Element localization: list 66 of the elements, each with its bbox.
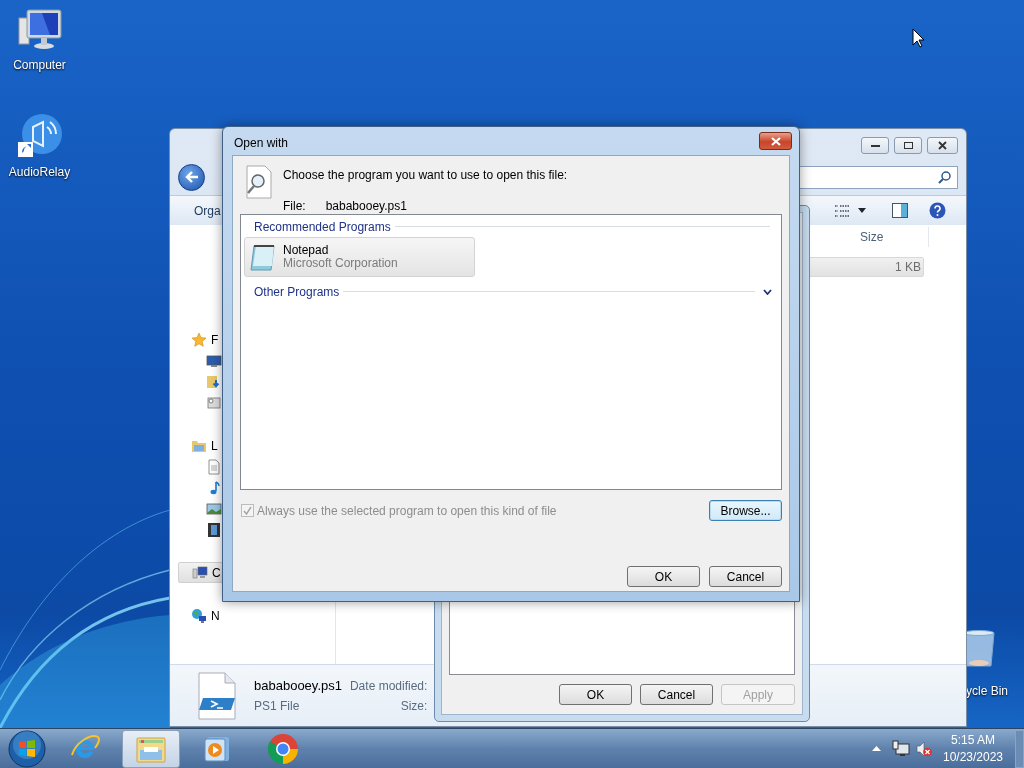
file-size: 1 KB [895,259,921,276]
icon-label[interactable]: Computer [13,56,66,74]
back-button[interactable] [178,163,205,191]
monitor-icon [206,352,222,369]
size-label: Size: [400,698,428,716]
globe-icon [191,607,207,624]
view-list-icon[interactable] [834,203,850,218]
nav-item[interactable]: N [178,605,335,626]
file-name: bababooey.ps1 [325,198,407,215]
prompt-text: Choose the program you want to use to open this file: [283,167,568,184]
dialog-button[interactable]: Cancel [640,684,713,705]
star-icon [191,331,207,348]
help-icon[interactable] [929,202,946,219]
network-icon[interactable] [892,740,910,757]
nav-label: F [211,331,219,349]
organize-menu[interactable]: Orga [194,201,221,220]
nav-label: N [211,607,220,625]
file-search-icon [243,165,273,199]
ok-button[interactable]: OK [627,566,700,587]
file-label: File: [283,198,306,215]
clock-date[interactable]: 10/23/2023 [942,748,1004,766]
window-title: Open with [234,135,289,152]
checkbox-label: Always use the selected program to open this kind of file [257,502,557,520]
minimize-button[interactable] [861,137,889,154]
close-button[interactable] [759,132,792,150]
picture-icon [206,500,222,517]
film-icon [206,521,222,538]
speaker-muted-icon[interactable] [916,740,932,757]
icon-label[interactable]: AudioRelay [8,163,71,181]
arrow-left-icon [184,171,199,183]
nav-label: C [212,564,221,582]
speaker-icon [16,113,63,159]
close-icon [770,136,781,146]
program-publisher: Microsoft Corporation [283,257,398,270]
close-icon [938,141,947,150]
file-type: PS1 File [254,698,301,716]
chevron-icon[interactable] [763,288,772,295]
group-header: Recommended Programs [254,218,391,236]
close-button[interactable] [927,137,958,154]
nav-item[interactable]: F [178,329,335,350]
caret-icon[interactable] [858,208,866,213]
nav-item[interactable]: L [178,435,335,456]
icon-label[interactable]: ycle Bin [966,682,1009,700]
notepad-icon [248,242,278,272]
program-item[interactable]: Notepad Microsoft Corporation [244,237,475,277]
preview-pane-icon[interactable] [892,203,908,218]
folder-icon [206,373,222,390]
maximize-button[interactable] [894,137,922,154]
dialog-button[interactable]: OK [559,684,632,705]
date-modified-label: Date modified: [349,677,428,695]
chrome-icon[interactable] [267,732,299,765]
cancel-button[interactable]: Cancel [709,566,782,587]
computer-icon [16,8,63,52]
caret-up-icon[interactable] [872,746,881,751]
nav-label: L [211,437,218,455]
taskbar-button[interactable] [122,729,180,768]
search-icon [938,170,951,184]
group-header: Other Programs [254,283,340,301]
cursor-icon [912,28,925,48]
script-file-icon [195,671,239,720]
document-icon [206,458,222,475]
file-name: bababooey.ps1 [254,676,342,695]
start-button[interactable] [8,729,46,768]
column-header[interactable]: Size [853,227,929,247]
program-name: Notepad [283,244,330,257]
browse-button[interactable]: Browse... [709,500,782,521]
